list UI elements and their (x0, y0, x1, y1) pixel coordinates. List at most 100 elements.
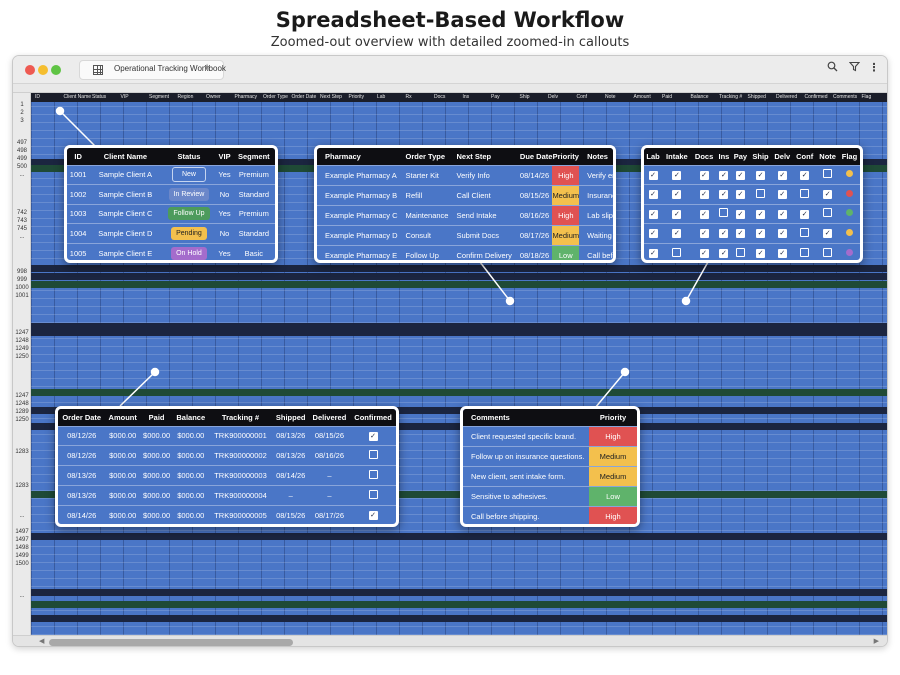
close-window-button[interactable] (25, 65, 35, 75)
checked-checkbox[interactable]: ✓ (648, 170, 658, 180)
pharmacy-row[interactable]: Example Pharmacy B Refill Call Client 08/15… (317, 184, 613, 205)
checked-checkbox[interactable]: ✓ (823, 229, 833, 239)
filter-icon[interactable] (847, 61, 861, 75)
checked-checkbox[interactable]: ✓ (672, 170, 682, 180)
row-number[interactable]: 1000 (13, 285, 31, 291)
checked-checkbox[interactable]: ✓ (719, 170, 729, 180)
checked-checkbox[interactable]: ✓ (756, 170, 765, 180)
checked-checkbox[interactable]: ✓ (672, 190, 682, 200)
empty-checkbox[interactable] (756, 188, 765, 198)
maximize-window-button[interactable] (51, 65, 61, 75)
horizontal-scrollbar[interactable]: ◀ ▶ (13, 635, 887, 646)
pharmacy-row[interactable]: Example Pharmacy D Consult Submit Docs 08/1… (317, 224, 613, 245)
checked-checkbox[interactable]: ✓ (756, 209, 765, 219)
row-number[interactable]: 743 (13, 218, 31, 224)
comments-row[interactable]: Call before shipping. High (463, 505, 637, 524)
checked-checkbox[interactable]: ✓ (777, 209, 787, 219)
flag-dot-icon[interactable] (845, 228, 853, 236)
orders-row[interactable]: 08/12/26 $000.00 $000.00 $000.00 TRK90000000… (58, 425, 396, 446)
empty-checkbox[interactable] (672, 247, 682, 257)
clients-row[interactable]: 1001 Sample Client A New Yes Premium (67, 164, 275, 185)
scrollbar-thumb[interactable] (49, 639, 293, 646)
empty-checkbox[interactable] (823, 169, 833, 179)
row-number[interactable]: 500 (13, 164, 31, 170)
empty-checkbox[interactable] (823, 208, 833, 218)
search-icon[interactable] (825, 61, 839, 75)
checked-checkbox[interactable]: ✓ (699, 190, 709, 200)
checked-checkbox[interactable]: ✓ (648, 229, 658, 239)
checked-checkbox[interactable]: ✓ (699, 229, 709, 239)
row-number[interactable]: 497 (13, 140, 31, 146)
comments-row[interactable]: Client requested specific brand. High (463, 425, 637, 446)
row-number[interactable]: 2 (13, 110, 31, 116)
clients-row[interactable]: 1004 Sample Client D Pending No Standard (67, 223, 275, 243)
empty-checkbox[interactable] (800, 227, 810, 237)
checked-checkbox[interactable]: ✓ (719, 229, 729, 239)
checked-checkbox[interactable]: ✓ (756, 229, 765, 239)
row-number[interactable]: 1497 (13, 529, 31, 535)
pharmacy-row[interactable]: Example Pharmacy A Starter Kit Verify Info… (317, 164, 613, 185)
empty-checkbox[interactable] (368, 450, 378, 460)
row-number[interactable]: 1250 (13, 417, 31, 423)
checked-checkbox[interactable]: ✓ (648, 190, 658, 200)
row-number[interactable]: 1283 (13, 483, 31, 489)
row-number[interactable]: ... (13, 172, 31, 178)
checked-checkbox[interactable]: ✓ (777, 229, 787, 239)
minimize-window-button[interactable] (38, 65, 48, 75)
checked-checkbox[interactable]: ✓ (648, 249, 658, 258)
checked-checkbox[interactable]: ✓ (756, 249, 765, 258)
orders-row[interactable]: 08/13/26 $000.00 $000.00 $000.00 TRK90000000… (58, 484, 396, 506)
row-number[interactable]: 1497 (13, 537, 31, 543)
row-number[interactable]: 1283 (13, 449, 31, 455)
empty-checkbox[interactable] (800, 188, 810, 198)
checked-checkbox[interactable]: ✓ (777, 170, 787, 180)
checked-checkbox[interactable]: ✓ (699, 209, 709, 219)
comments-row[interactable]: Sensitive to adhesives. Low (463, 485, 637, 506)
row-number[interactable]: 999 (13, 277, 31, 283)
checked-checkbox[interactable]: ✓ (719, 249, 729, 258)
orders-row[interactable]: 08/14/26 $000.00 $000.00 $000.00 TRK90000000… (58, 504, 396, 524)
comments-row[interactable]: New client, sent intake form. Medium (463, 465, 637, 486)
orders-row[interactable]: 08/13/26 $000.00 $000.00 $000.00 TRK90000000… (58, 465, 396, 486)
row-number[interactable]: 1500 (13, 561, 31, 567)
checked-checkbox[interactable]: ✓ (672, 209, 682, 219)
checked-checkbox[interactable]: ✓ (368, 431, 378, 441)
row-number[interactable]: 1499 (13, 553, 31, 559)
scroll-right-icon[interactable]: ▶ (874, 637, 879, 645)
flag-dot-icon[interactable] (845, 189, 853, 197)
scroll-left-icon[interactable]: ◀ (39, 637, 44, 645)
row-number[interactable]: 498 (13, 148, 31, 154)
empty-checkbox[interactable] (368, 489, 378, 499)
checked-checkbox[interactable]: ✓ (777, 190, 787, 200)
clients-row[interactable]: 1002 Sample Client B In Review No Standard (67, 184, 275, 204)
checked-checkbox[interactable]: ✓ (648, 209, 658, 219)
clients-row[interactable]: 1005 Sample Client E On Hold Yes Basic (67, 242, 275, 260)
pharmacy-row[interactable]: Example Pharmacy C Maintenance Send Intake… (317, 204, 613, 225)
clients-row[interactable]: 1003 Sample Client C Follow Up Yes Premium (67, 203, 275, 224)
checked-checkbox[interactable]: ✓ (719, 190, 729, 200)
checked-checkbox[interactable]: ✓ (699, 249, 709, 258)
star-icon[interactable]: ★ (203, 62, 211, 73)
row-number[interactable]: ... (13, 513, 31, 519)
row-number[interactable]: 1248 (13, 401, 31, 407)
orders-row[interactable]: 08/12/26 $000.00 $000.00 $000.00 TRK90000000… (58, 445, 396, 466)
checked-checkbox[interactable]: ✓ (699, 170, 709, 180)
checked-checkbox[interactable]: ✓ (735, 190, 745, 200)
pharmacy-row[interactable]: Example Pharmacy E Follow Up Confirm Deliv… (317, 244, 613, 260)
empty-checkbox[interactable] (823, 247, 833, 257)
checked-checkbox[interactable]: ✓ (672, 229, 682, 239)
empty-checkbox[interactable] (735, 247, 745, 257)
row-number[interactable]: 3 (13, 118, 31, 124)
row-number[interactable]: 1001 (13, 293, 31, 299)
row-number[interactable]: ... (13, 593, 31, 599)
checked-checkbox[interactable]: ✓ (777, 249, 787, 258)
empty-checkbox[interactable] (719, 208, 729, 218)
row-number[interactable]: 998 (13, 269, 31, 275)
checked-checkbox[interactable]: ✓ (800, 209, 810, 219)
flag-dot-icon[interactable] (845, 209, 853, 217)
row-number[interactable]: 742 (13, 210, 31, 216)
flag-dot-icon[interactable] (845, 248, 853, 256)
checked-checkbox[interactable]: ✓ (735, 229, 745, 239)
flag-dot-icon[interactable] (845, 170, 853, 178)
row-number[interactable]: 745 (13, 226, 31, 232)
